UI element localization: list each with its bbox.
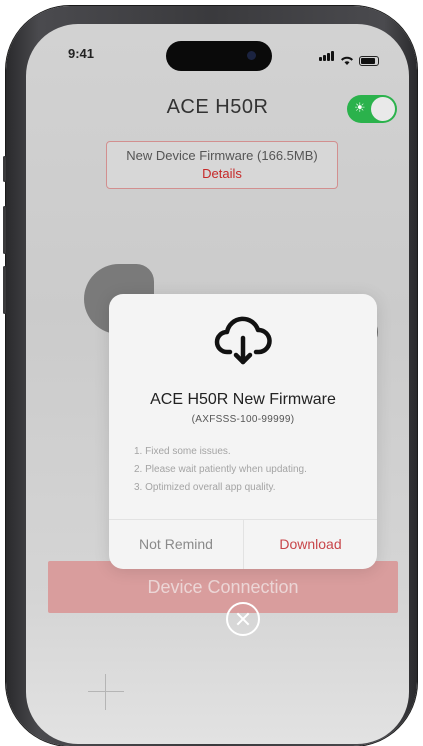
- not-remind-button[interactable]: Not Remind: [109, 520, 243, 569]
- signal-icon: [319, 48, 335, 66]
- firmware-banner-text: New Device Firmware (166.5MB): [126, 148, 318, 163]
- light-toggle[interactable]: ☀: [347, 95, 397, 123]
- release-note: 2. Please wait patiently when updating.: [134, 464, 307, 475]
- firmware-update-dialog: ACE H50R New Firmware (AXFSSS-100-99999)…: [109, 294, 377, 569]
- crosshair-icon: [88, 674, 124, 710]
- download-button[interactable]: Download: [244, 520, 377, 569]
- release-notes: 1. Fixed some issues. 2. Please wait pat…: [134, 443, 307, 497]
- volume-down-button: [3, 266, 6, 314]
- status-icons: [319, 48, 379, 66]
- cloud-download-icon: [214, 316, 272, 365]
- wifi-icon: [341, 56, 353, 65]
- dynamic-island: [166, 41, 272, 71]
- release-note: 1. Fixed some issues.: [134, 446, 231, 457]
- phone-frame: 9:41 ACE H50R ☀ New Device Firmware (166…: [3, 6, 417, 746]
- dialog-subtitle: (AXFSSS-100-99999): [191, 414, 295, 425]
- toggle-knob: [371, 97, 395, 121]
- camera-icon: [247, 51, 256, 60]
- status-time: 9:41: [68, 46, 95, 61]
- volume-up-button: [3, 206, 6, 254]
- app-screen: 9:41 ACE H50R ☀ New Device Firmware (166…: [26, 24, 409, 744]
- sun-icon: ☀: [354, 100, 366, 115]
- close-icon[interactable]: [226, 602, 260, 636]
- firmware-details-link[interactable]: Details: [107, 166, 337, 181]
- release-note: 3. Optimized overall app quality.: [134, 482, 276, 493]
- battery-icon: [359, 56, 379, 66]
- dialog-title: ACE H50R New Firmware: [150, 391, 336, 408]
- mute-switch: [3, 156, 6, 182]
- firmware-banner[interactable]: New Device Firmware (166.5MB) Details: [106, 141, 338, 189]
